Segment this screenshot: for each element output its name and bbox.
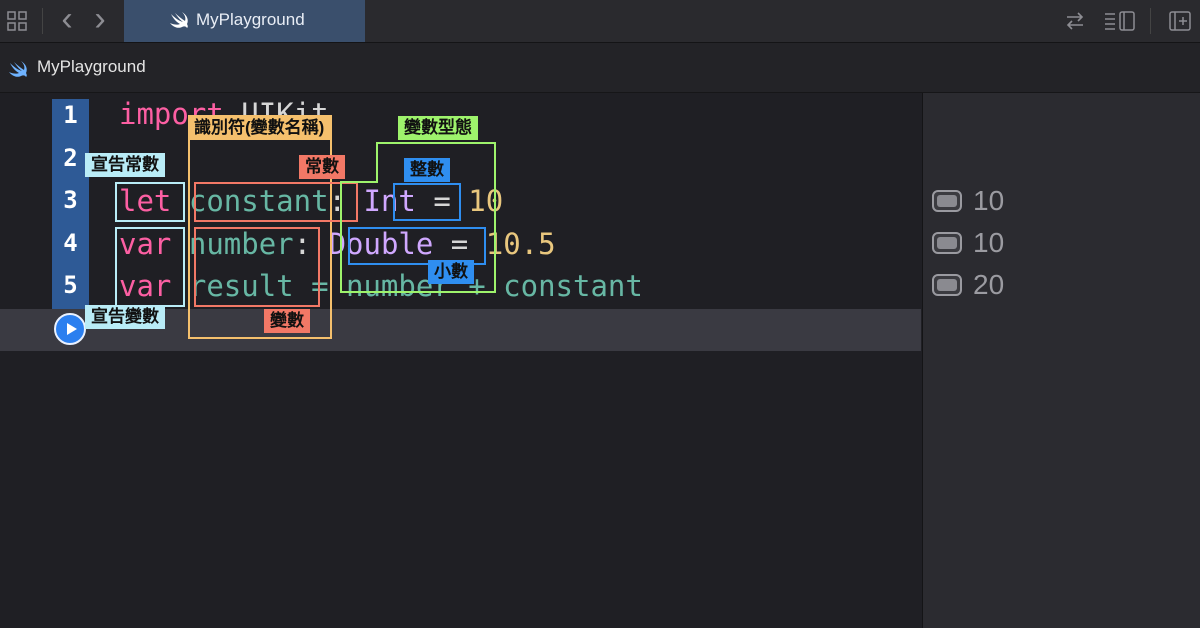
quick-look-icon[interactable] xyxy=(932,190,962,212)
label-variable: 變數 xyxy=(264,309,310,333)
line-number: 3 xyxy=(63,186,78,214)
toolbar-divider xyxy=(42,8,43,34)
breadcrumb[interactable]: MyPlayground xyxy=(37,43,146,91)
label-integer: 整數 xyxy=(404,158,450,182)
back-icon[interactable]: ‹ xyxy=(55,0,79,40)
line-number-gutter: 1 2 3 4 5 xyxy=(52,99,89,309)
label-declare-constant: 宣告常數 xyxy=(85,153,165,177)
result-value: 10 xyxy=(973,185,1005,216)
swift-icon xyxy=(9,61,27,77)
toolbar: ‹ › MyPlayground xyxy=(0,0,1200,43)
results-sidebar xyxy=(922,93,1200,628)
toolbar-divider xyxy=(1150,8,1151,34)
add-panel-icon[interactable] xyxy=(1166,0,1194,47)
annotation-box-int xyxy=(393,183,461,221)
tab-myplayground[interactable]: MyPlayground xyxy=(124,0,365,42)
label-constant: 常數 xyxy=(299,155,345,179)
annotation-box-variables xyxy=(194,227,320,307)
quick-look-icon[interactable] xyxy=(932,274,962,296)
annotation-box-var xyxy=(115,227,185,307)
line-number: 2 xyxy=(63,144,78,172)
label-var-type: 變數型態 xyxy=(398,116,478,140)
forward-icon[interactable]: › xyxy=(88,0,112,40)
line-number: 4 xyxy=(63,229,78,257)
run-button[interactable] xyxy=(54,313,86,345)
number-literal: 10.5 xyxy=(485,227,556,261)
inspector-icon[interactable] xyxy=(1102,0,1138,47)
annotation-box-let xyxy=(115,182,185,222)
result-value: 10 xyxy=(973,227,1005,258)
line-number: 5 xyxy=(63,271,78,299)
swap-icon[interactable] xyxy=(1062,0,1088,46)
play-icon xyxy=(67,323,77,335)
label-decimal: 小數 xyxy=(428,260,474,284)
annotation-box-vartype-step xyxy=(340,181,378,225)
quick-look-icon[interactable] xyxy=(932,232,962,254)
grid-icon[interactable] xyxy=(4,0,30,47)
jump-bar: MyPlayground xyxy=(0,43,1200,93)
line-number: 1 xyxy=(63,101,78,129)
annotation-box-constant xyxy=(194,182,358,222)
swift-icon xyxy=(170,12,188,28)
label-declare-variable: 宣告變數 xyxy=(85,305,165,329)
tab-label: MyPlayground xyxy=(196,10,305,29)
result-value: 20 xyxy=(973,269,1005,300)
label-identifier: 識別符(變數名稱) xyxy=(188,116,331,140)
